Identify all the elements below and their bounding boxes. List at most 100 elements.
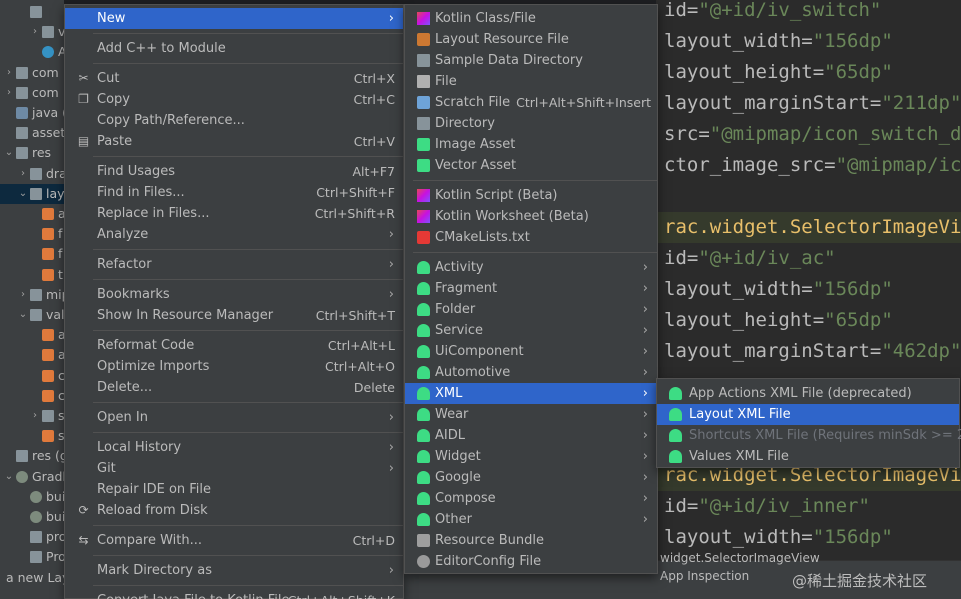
new-item-service[interactable]: Service › [405,320,657,341]
tree-item[interactable]: a new Lay [0,568,64,588]
code-line[interactable]: layout_marginStart="211dp" [664,88,961,119]
tree-item[interactable]: › com [0,63,64,83]
new-item-xml[interactable]: XML › [405,383,657,404]
menu-item-repair-ide-on-file[interactable]: Repair IDE on File [65,479,403,500]
tree-item[interactable]: › drav [0,164,64,184]
menu-item-show-in-resource-manager[interactable]: Show In Resource Manager Ctrl+Shift+T [65,305,403,326]
menu-item-delete[interactable]: Delete... Delete [65,377,403,398]
tree-item[interactable]: build.g [0,507,64,527]
xml-item-layout-xml-file[interactable]: Layout XML File [657,404,959,425]
menu-item-replace-in-files[interactable]: Replace in Files... Ctrl+Shift+R [65,203,403,224]
new-item-vector-asset[interactable]: Vector Asset [405,155,657,176]
new-item-other[interactable]: Other › [405,509,657,530]
app-inspection-tab[interactable]: App Inspection [660,569,749,583]
code-line[interactable]: src="@mipmap/icon_switch_de [664,119,961,150]
menu-item-new[interactable]: New › [65,8,403,29]
code-editor[interactable]: id="@+id/iv_switch" layout_width="156dp" l… [656,0,961,560]
tree-item[interactable]: t [0,265,64,285]
new-item-kotlin-script-beta[interactable]: Kotlin Script (Beta) [405,185,657,206]
code-line[interactable]: id="@+id/iv_switch" [664,0,881,26]
chevron-right-icon[interactable]: › [30,22,40,42]
code-line[interactable]: id="@+id/iv_inner" [664,491,870,522]
tree-item[interactable]: assets [0,123,64,143]
tree-item[interactable]: a [0,325,64,345]
tree-item[interactable]: res (ge [0,446,64,466]
menu-item-reformat-code[interactable]: Reformat Code Ctrl+Alt+L [65,335,403,356]
tree-item[interactable]: f [0,244,64,264]
menu-item-find-in-files[interactable]: Find in Files... Ctrl+Shift+F [65,182,403,203]
menu-item-analyze[interactable]: Analyze › [65,224,403,245]
new-item-automotive[interactable]: Automotive › [405,362,657,383]
menu-item-mark-directory-as[interactable]: Mark Directory as › [65,560,403,581]
chevron-down-icon[interactable]: ⌄ [18,184,28,204]
tree-item[interactable]: ⌄ layo [0,183,64,204]
tree-item[interactable]: › v [0,22,64,42]
menu-item-refactor[interactable]: Refactor › [65,254,403,275]
tree-item[interactable]: Profi [0,547,64,567]
new-item-layout-resource-file[interactable]: Layout Resource File [405,29,657,50]
tree-item[interactable]: › s [0,406,64,426]
tree-item[interactable]: progua [0,527,64,547]
menu-item-find-usages[interactable]: Find Usages Alt+F7 [65,161,403,182]
code-line[interactable]: layout_width="156dp" [664,274,893,305]
chevron-right-icon[interactable]: › [18,164,28,184]
tree-item[interactable]: A [0,42,64,62]
tree-item[interactable]: a [0,204,64,224]
new-item-folder[interactable]: Folder › [405,299,657,320]
chevron-right-icon[interactable]: › [4,63,14,83]
new-item-scratch-file[interactable]: Scratch File Ctrl+Alt+Shift+Insert [405,92,657,113]
menu-item-cut[interactable]: ✂ Cut Ctrl+X [65,68,403,89]
menu-item-git[interactable]: Git › [65,458,403,479]
new-item-image-asset[interactable]: Image Asset [405,134,657,155]
new-item-file[interactable]: File [405,71,657,92]
new-item-cmakelists-txt[interactable]: CMakeLists.txt [405,227,657,248]
new-item-widget[interactable]: Widget › [405,446,657,467]
new-item-fragment[interactable]: Fragment › [405,278,657,299]
new-item-aidl[interactable]: AIDL › [405,425,657,446]
tree-item[interactable]: › mip [0,285,64,305]
tree-item[interactable] [0,2,64,22]
new-item-uicomponent[interactable]: UiComponent › [405,341,657,362]
menu-item-reload-from-disk[interactable]: ⟳ Reload from Disk [65,500,403,521]
new-item-google[interactable]: Google › [405,467,657,488]
tree-item[interactable]: ⌄ valu [0,305,64,325]
new-item-directory[interactable]: Directory [405,113,657,134]
chevron-right-icon[interactable]: › [4,83,14,103]
new-item-kotlin-class-file[interactable]: Kotlin Class/File [405,8,657,29]
tree-item[interactable]: build.g [0,487,64,507]
new-item-sample-data-directory[interactable]: Sample Data Directory [405,50,657,71]
menu-item-convert-java-file-to-kotlin-file[interactable]: Convert Java File to Kotlin FileCtrl+Alt… [65,590,403,599]
code-line[interactable]: layout_marginStart="462dp" [664,336,961,367]
xml-item-values-xml-file[interactable]: Values XML File [657,446,959,467]
menu-item-compare-with[interactable]: ⇆ Compare With... Ctrl+D [65,530,403,551]
new-item-resource-bundle[interactable]: Resource Bundle [405,530,657,551]
menu-item-add-c-to-module[interactable]: Add C++ to Module [65,38,403,59]
code-line[interactable]: layout_height="65dp" [664,305,893,336]
new-item-editorconfig-file[interactable]: EditorConfig File [405,551,657,572]
tree-item[interactable]: ⌄ res [0,143,64,163]
code-line[interactable]: layout_height="65dp" [664,57,893,88]
code-line[interactable]: layout_width="156dp" [664,522,893,553]
breadcrumb[interactable]: widget.SelectorImageView [660,551,820,565]
menu-item-paste[interactable]: ▤ Paste Ctrl+V [65,131,403,152]
menu-item-copy-path-reference[interactable]: Copy Path/Reference... [65,110,403,131]
tree-item[interactable]: ⌄ Gradle Scri [0,467,64,487]
code-line[interactable]: layout_width="156dp" [664,26,893,57]
tree-item[interactable]: java (g [0,103,64,123]
new-item-wear[interactable]: Wear › [405,404,657,425]
chevron-right-icon[interactable]: › [18,285,28,305]
tree-item[interactable]: f [0,224,64,244]
new-item-compose[interactable]: Compose › [405,488,657,509]
chevron-down-icon[interactable]: ⌄ [4,467,14,487]
new-item-kotlin-worksheet-beta[interactable]: Kotlin Worksheet (Beta) [405,206,657,227]
menu-item-bookmarks[interactable]: Bookmarks › [65,284,403,305]
chevron-right-icon[interactable]: › [30,406,40,426]
menu-item-open-in[interactable]: Open In › [65,407,403,428]
new-item-activity[interactable]: Activity › [405,257,657,278]
chevron-down-icon[interactable]: ⌄ [18,305,28,325]
tree-item[interactable]: c [0,366,64,386]
code-line[interactable]: ctor_image_src="@mipmap/ico [664,150,961,181]
xml-item-app-actions-xml-file-deprecated[interactable]: App Actions XML File (deprecated) [657,383,959,404]
tree-item[interactable]: › com [0,83,64,103]
tree-item[interactable]: c [0,386,64,406]
